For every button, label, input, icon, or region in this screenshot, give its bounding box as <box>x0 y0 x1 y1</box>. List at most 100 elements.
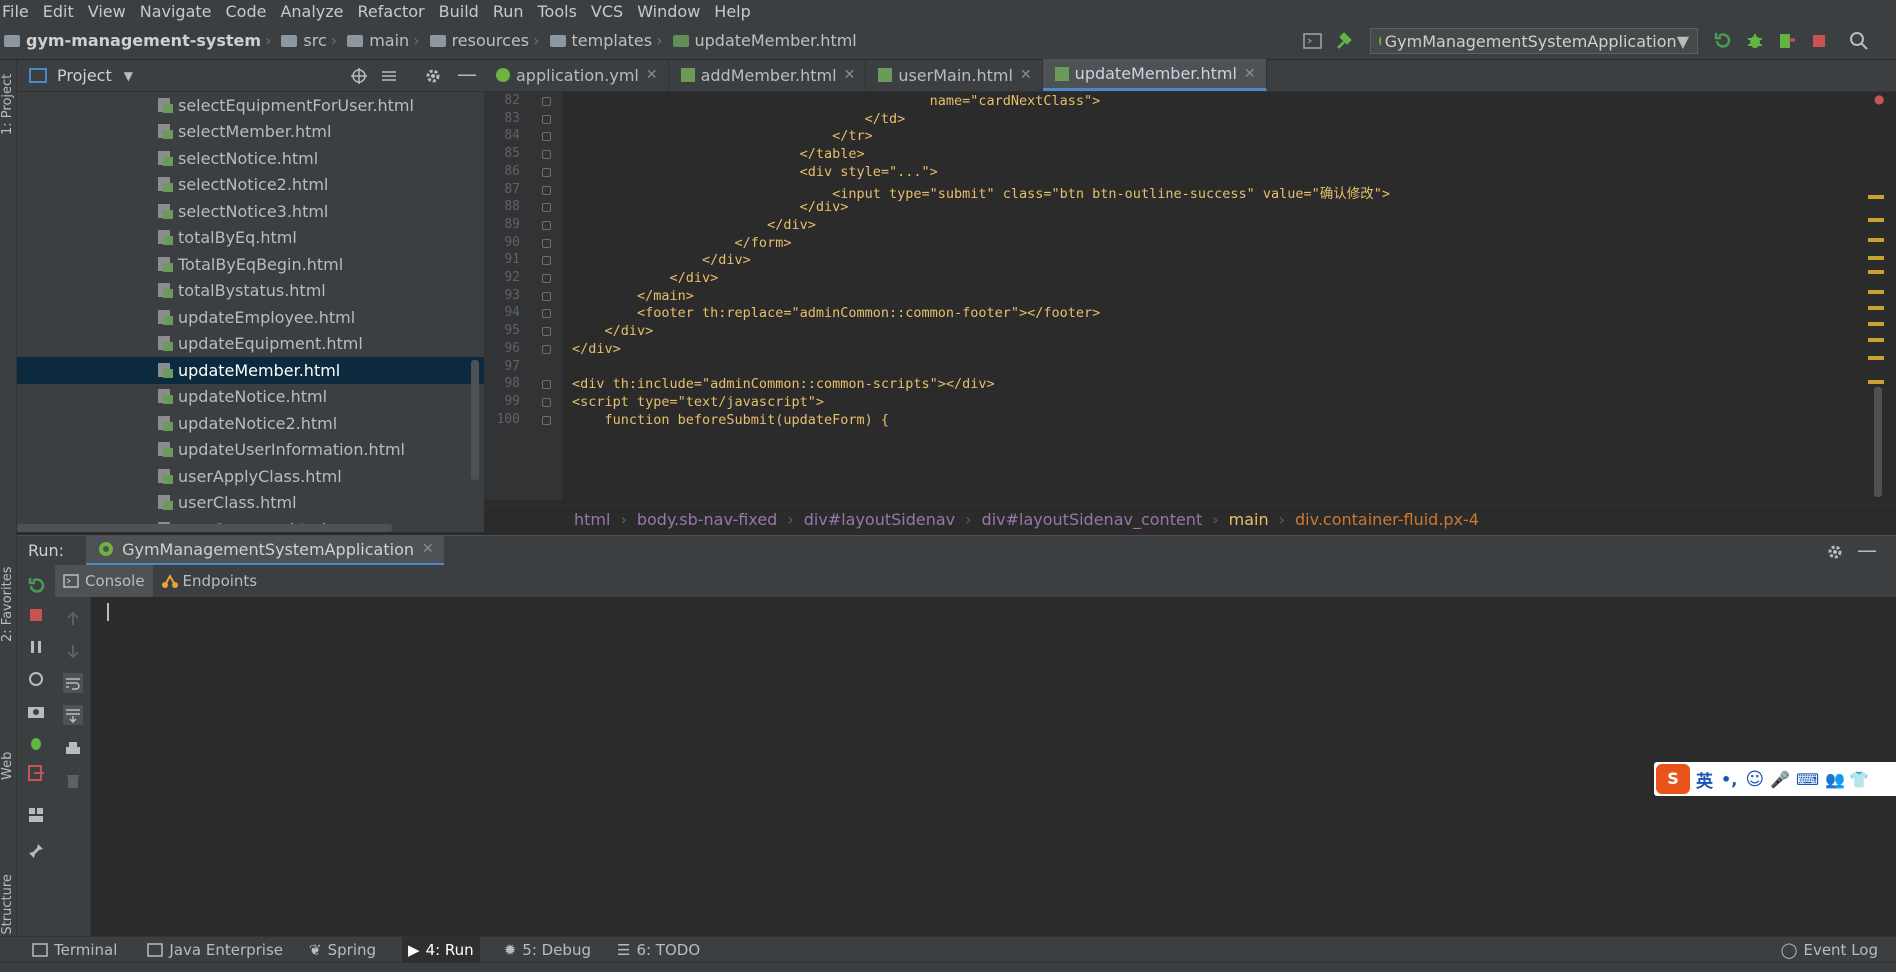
menu-code[interactable]: Code <box>220 2 275 21</box>
trash-icon[interactable] <box>63 771 83 791</box>
fold-marker-icon[interactable] <box>542 274 551 283</box>
menu-build[interactable]: Build <box>433 2 487 21</box>
file-tree-item[interactable]: userApplyClass.html <box>17 463 484 490</box>
file-tree-item[interactable]: userClass.html <box>17 490 484 517</box>
warning-marker[interactable] <box>1868 290 1884 294</box>
fold-marker-icon[interactable] <box>542 167 551 177</box>
sogou-logo-icon[interactable]: S <box>1656 764 1690 794</box>
menu-view[interactable]: View <box>82 2 134 21</box>
fold-marker-icon[interactable] <box>542 150 551 160</box>
file-tree-item[interactable]: TotalByEqBegin.html <box>17 251 484 278</box>
crumb-project[interactable]: gym-management-system <box>26 31 261 50</box>
gear-icon[interactable] <box>1825 542 1845 562</box>
warning-marker[interactable] <box>1868 322 1884 326</box>
emoji-icon[interactable]: ☺ <box>1745 769 1764 790</box>
run-config-tab[interactable]: GymManagementSystemApplication ✕ <box>86 535 444 566</box>
tab-endpoints[interactable]: Endpoints <box>153 565 266 597</box>
menu-window[interactable]: Window <box>631 2 708 21</box>
minimize-icon[interactable]: — <box>457 62 477 86</box>
restore-layout-icon[interactable] <box>26 669 46 689</box>
print-icon[interactable] <box>63 739 83 759</box>
console-output[interactable] <box>91 597 1896 936</box>
file-tree-item[interactable]: selectNotice2.html <box>17 172 484 199</box>
file-tree-item[interactable]: totalByEq.html <box>17 225 484 252</box>
crumb-resources[interactable]: resources <box>452 31 530 50</box>
fold-marker-icon[interactable] <box>542 185 551 195</box>
file-tree-item[interactable]: updateMember.html <box>17 357 484 384</box>
crumb-container[interactable]: div.container-fluid.px-4 <box>1295 510 1479 529</box>
crumb-body[interactable]: body.sb-nav-fixed <box>637 510 777 529</box>
layout-icon[interactable] <box>26 805 46 825</box>
fold-marker-icon[interactable] <box>542 397 551 407</box>
exit-icon[interactable] <box>26 763 46 783</box>
run-config-select[interactable]: GymManagementSystemApplication ▼ <box>1370 28 1698 54</box>
fold-marker-icon[interactable] <box>542 415 551 425</box>
file-tree-item[interactable]: totalBystatus.html <box>17 278 484 305</box>
code-editor[interactable]: name="cardNextClass"> </td> </tr> </tabl… <box>562 92 1874 500</box>
pin-icon[interactable] <box>26 841 46 861</box>
fold-marker-icon[interactable] <box>542 309 551 319</box>
fold-marker-icon[interactable] <box>542 327 551 337</box>
tab-run[interactable]: ▶ 4: Run <box>402 936 480 963</box>
coverage-icon[interactable] <box>1776 30 1798 52</box>
tool-window-project-tab[interactable]: 1: Project <box>0 74 15 135</box>
crumb-html[interactable]: html <box>574 510 610 529</box>
tab-terminal[interactable]: Terminal <box>32 941 117 959</box>
file-tree-item[interactable]: updateEquipment.html <box>17 331 484 358</box>
vertical-scrollbar[interactable] <box>471 360 479 480</box>
warning-marker[interactable] <box>1868 218 1884 222</box>
menu-file[interactable]: File <box>0 2 37 21</box>
tab-addmember[interactable]: addMember.html ✕ <box>669 59 867 91</box>
arrow-up-icon[interactable] <box>63 609 83 629</box>
crumb-layoutsidenav[interactable]: div#layoutSidenav <box>804 510 955 529</box>
file-tree-item[interactable]: selectEquipmentForUser.html <box>17 92 484 119</box>
tool-window-web-tab[interactable]: Web <box>0 752 15 780</box>
camera-icon[interactable] <box>26 701 46 721</box>
microphone-icon[interactable]: 🎤 <box>1770 770 1790 789</box>
gear-icon[interactable] <box>423 66 443 86</box>
warning-marker[interactable] <box>1868 195 1884 199</box>
file-tree-item[interactable]: selectMember.html <box>17 119 484 146</box>
fold-marker-icon[interactable] <box>542 380 551 390</box>
fold-marker-icon[interactable] <box>542 291 551 301</box>
menu-run[interactable]: Run <box>487 2 532 21</box>
tab-updatemember[interactable]: updateMember.html ✕ <box>1042 59 1267 91</box>
close-icon[interactable]: ✕ <box>422 541 434 557</box>
file-tree-item[interactable]: updateNotice2.html <box>17 410 484 437</box>
error-indicator-icon[interactable]: ● <box>1874 92 1884 106</box>
dropdown-arrow-icon[interactable]: ▼ <box>124 69 133 83</box>
crumb-src[interactable]: src <box>303 31 326 50</box>
crumb-file[interactable]: updateMember.html <box>695 31 857 50</box>
tab-todo[interactable]: ☰ 6: TODO <box>617 941 700 959</box>
menu-tools[interactable]: Tools <box>532 2 585 21</box>
crumb-layoutsidenav-content[interactable]: div#layoutSidenav_content <box>982 510 1203 529</box>
minimize-icon[interactable]: — <box>1857 538 1877 562</box>
tab-console[interactable]: Console <box>55 565 153 597</box>
tab-application-yml[interactable]: application.yml ✕ <box>484 59 669 91</box>
tab-spring[interactable]: ❦ Spring <box>309 941 376 959</box>
fold-marker-icon[interactable] <box>542 114 551 124</box>
warning-marker[interactable] <box>1868 306 1884 310</box>
user-icon[interactable]: 👥 <box>1825 770 1845 789</box>
ime-lang-toggle[interactable]: 英 <box>1696 767 1713 792</box>
collapse-all-icon[interactable] <box>379 66 399 86</box>
menu-edit[interactable]: Edit <box>37 2 82 21</box>
shirt-icon[interactable]: 👕 <box>1849 770 1869 789</box>
close-icon[interactable]: ✕ <box>646 67 658 83</box>
stop-icon[interactable] <box>26 605 46 625</box>
terminal-icon[interactable] <box>1302 30 1324 52</box>
horizontal-scrollbar[interactable] <box>17 524 392 532</box>
fold-marker-icon[interactable] <box>542 203 551 213</box>
warning-marker[interactable] <box>1868 256 1884 260</box>
fold-marker-icon[interactable] <box>542 256 551 266</box>
warning-marker[interactable] <box>1868 238 1884 242</box>
crumb-main-tag[interactable]: main <box>1229 510 1269 529</box>
event-log-button[interactable]: ◯ Event Log <box>1781 941 1878 959</box>
project-panel-title[interactable]: Project <box>57 66 112 85</box>
debug-bug-icon[interactable] <box>1744 30 1766 52</box>
stop-icon[interactable] <box>1808 30 1830 52</box>
menu-analyze[interactable]: Analyze <box>274 2 351 21</box>
file-tree-item[interactable]: updateUserInformation.html <box>17 437 484 464</box>
menu-vcs[interactable]: VCS <box>585 2 631 21</box>
file-tree-item[interactable]: selectNotice3.html <box>17 198 484 225</box>
